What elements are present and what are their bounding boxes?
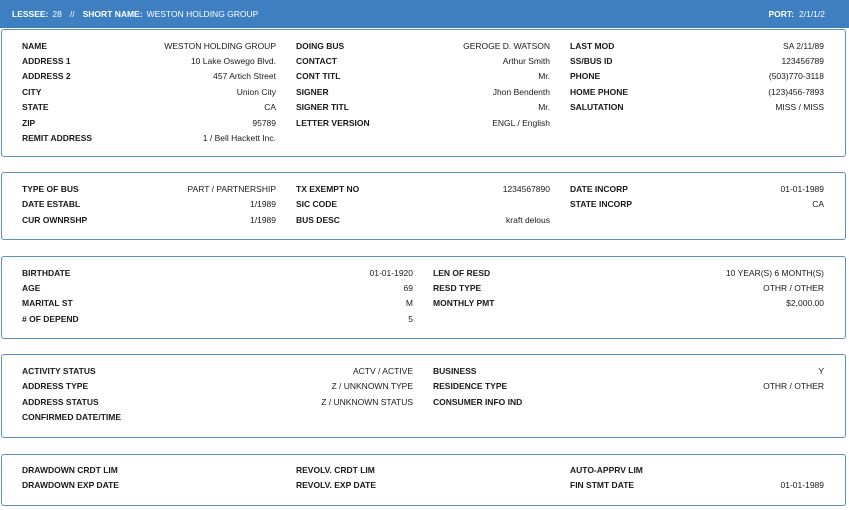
header-separator: // — [69, 9, 75, 19]
general-info-panel: NAME WESTON HOLDING GROUP ADDRESS 1 10 Lak… — [1, 29, 846, 157]
field-address-2: ADDRESS 2 457 Artich Street — [22, 71, 276, 81]
field-address-status: ADDRESS STATUS Z / UNKNOWN STATUS — [22, 397, 413, 407]
field-type-of-bus: TYPE OF BUS PART / PARTNERSHIP — [22, 184, 276, 194]
field-len-of-resd: LEN OF RESD 10 YEAR(S) 6 MONTH(S) — [433, 268, 824, 278]
credit-info-panel: DRAWDOWN CRDT LIM DRAWDOWN EXP DATE REVO… — [1, 454, 846, 506]
field-ss-bus-id: SS/BUS ID 123456789 — [570, 56, 824, 66]
field-remit-address: REMIT ADDRESS 1 / Bell Hackett Inc. — [22, 133, 276, 143]
field-name: NAME WESTON HOLDING GROUP — [22, 41, 276, 51]
field-auto-apprv-lim: AUTO-APPRV LIM — [570, 465, 643, 475]
field-revolv-exp-date: REVOLV. EXP DATE — [296, 480, 376, 490]
field-age: AGE 69 — [22, 283, 413, 293]
field-bus-desc: BUS DESC kraft delous — [296, 215, 550, 225]
field-monthly-pmt: MONTHLY PMT $2,000.00 — [433, 298, 824, 308]
field-tx-exempt-no: TX EXEMPT NO 1234567890 — [296, 184, 550, 194]
lessee-label: LESSEE: — [12, 9, 49, 19]
field-revolv-crdt-lim: REVOLV. CRDT LIM — [296, 465, 375, 475]
field-drawdown-exp-date: DRAWDOWN EXP DATE — [22, 480, 119, 490]
field-cont-titl: CONT TITL Mr. — [296, 71, 550, 81]
field-num-depend: # OF DEPEND 5 — [22, 314, 413, 324]
port-value: 2/1/1/2 — [799, 9, 825, 19]
short-name-label: SHORT NAME: — [82, 9, 143, 19]
field-home-phone: HOME PHONE (123)456-7893 — [570, 87, 824, 97]
field-zip: ZIP 95789 — [22, 118, 276, 128]
personal-info-panel: BIRTHDATE 01-01-1920 AGE 69 MARITAL ST M # … — [1, 256, 846, 339]
status-info-panel: ACTIVITY STATUS ACTV / ACTIVE ADDRESS TYP… — [1, 354, 846, 438]
field-date-incorp: DATE INCORP 01-01-1989 — [570, 184, 824, 194]
field-address-type: ADDRESS TYPE Z / UNKNOWN TYPE — [22, 381, 413, 391]
field-activity-status: ACTIVITY STATUS ACTV / ACTIVE — [22, 366, 413, 376]
field-business: BUSINESS Y — [433, 366, 824, 376]
field-signer-titl: SIGNER TITL Mr. — [296, 102, 550, 112]
lessee-info: LESSEE: 28 // SHORT NAME: WESTON HOLDING… — [12, 9, 262, 19]
lessee-value: 28 — [52, 9, 62, 19]
field-drawdown-crdt-lim: DRAWDOWN CRDT LIM — [22, 465, 118, 475]
field-state-incorp: STATE INCORP CA — [570, 199, 824, 209]
field-confirmed-datetime: CONFIRMED DATE/TIME — [22, 412, 122, 422]
field-fin-stmt-date: FIN STMT DATE 01-01-1989 — [570, 480, 824, 490]
field-salutation: SALUTATION MISS / MISS — [570, 102, 824, 112]
field-birthdate: BIRTHDATE 01-01-1920 — [22, 268, 413, 278]
field-cur-ownrshp: CUR OWNRSHP 1/1989 — [22, 215, 276, 225]
field-city: CITY Union City — [22, 87, 276, 97]
header-bar: LESSEE: 28 // SHORT NAME: WESTON HOLDING… — [0, 0, 849, 28]
field-residence-type: RESIDENCE TYPE OTHR / OTHER — [433, 381, 824, 391]
field-contact: CONTACT Arthur Smith — [296, 56, 550, 66]
field-signer: SIGNER Jhon Bendenth — [296, 87, 550, 97]
short-name-value: WESTON HOLDING GROUP — [146, 9, 259, 19]
port-info: PORT: 2/1/1/2 — [769, 9, 826, 19]
field-last-mod: LAST MOD SA 2/11/89 — [570, 41, 824, 51]
field-state: STATE CA — [22, 102, 276, 112]
field-resd-type: RESD TYPE OTHR / OTHER — [433, 283, 824, 293]
field-date-establ: DATE ESTABL 1/1989 — [22, 199, 276, 209]
field-doing-bus: DOING BUS GEROGE D. WATSON — [296, 41, 550, 51]
business-info-panel: TYPE OF BUS PART / PARTNERSHIP DATE ESTAB… — [1, 172, 846, 240]
field-address-1: ADDRESS 1 10 Lake Oswego Blvd. — [22, 56, 276, 66]
field-marital-st: MARITAL ST M — [22, 298, 413, 308]
field-consumer-info-ind: CONSUMER INFO IND — [433, 397, 523, 407]
field-sic-code: SIC CODE — [296, 199, 338, 209]
field-letter-version: LETTER VERSION ENGL / English — [296, 118, 550, 128]
port-label: PORT: — [768, 9, 795, 19]
field-phone: PHONE (503)770-3118 — [570, 71, 824, 81]
